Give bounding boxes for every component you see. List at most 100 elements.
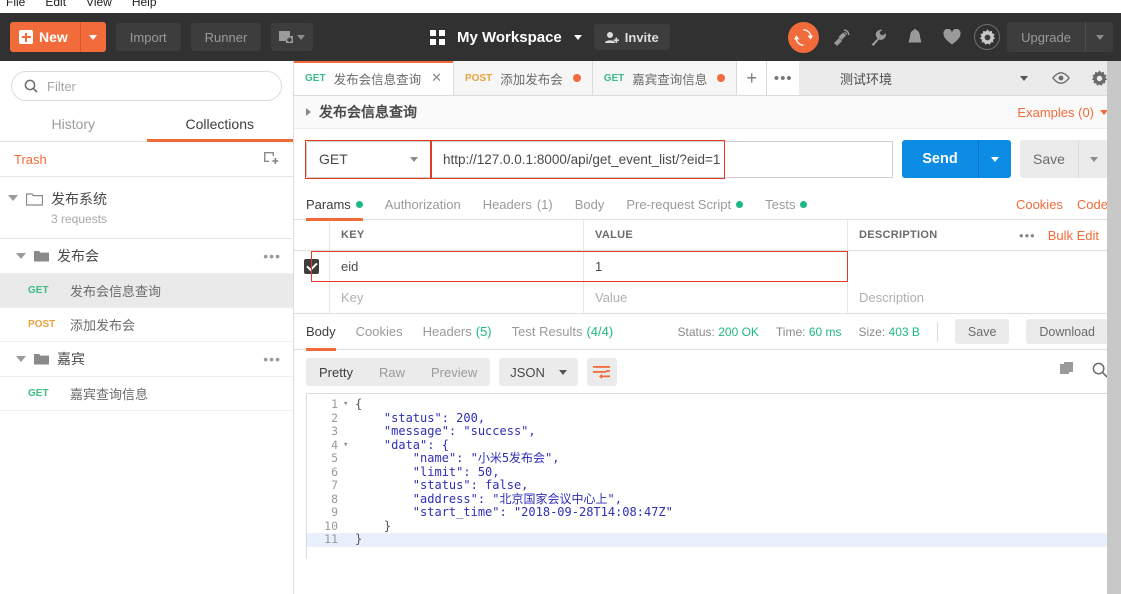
vertical-scrollbar[interactable] — [1107, 61, 1121, 594]
send-button[interactable]: Send — [902, 140, 978, 178]
params-placeholder-row[interactable]: Key Value Description — [294, 282, 1121, 313]
placeholder-description[interactable]: Description — [859, 290, 924, 305]
new-window-button[interactable] — [271, 23, 314, 51]
trash-row[interactable]: Trash — [0, 142, 293, 177]
divider — [936, 321, 938, 342]
view-raw[interactable]: Raw — [366, 358, 418, 386]
method-select[interactable]: GET — [306, 140, 431, 178]
response-tab-cookies[interactable]: Cookies — [356, 314, 403, 350]
placeholder-checkbox-cell[interactable] — [294, 282, 330, 313]
sidebar-request-fabuhui-xinxichaxun[interactable]: GET 发布会信息查询 — [0, 274, 293, 308]
folder-more-icon[interactable]: ••• — [263, 249, 281, 263]
bulk-edit-link[interactable]: Bulk Edit — [1048, 228, 1099, 243]
request-tab-2[interactable]: POST 添加发布会 — [453, 61, 593, 95]
response-format-select[interactable]: JSON — [499, 358, 578, 386]
fold-toggle-icon[interactable]: ▾ — [343, 439, 355, 453]
send-dropdown[interactable] — [978, 140, 1011, 178]
params-row-eid[interactable]: eid 1 — [294, 251, 1121, 282]
save-dropdown[interactable] — [1078, 140, 1108, 178]
new-button-main[interactable]: New — [10, 22, 80, 52]
sidebar-tab-collections[interactable]: Collections — [146, 110, 294, 142]
new-collection-icon[interactable] — [263, 151, 280, 167]
row-value[interactable]: 1 — [595, 259, 602, 274]
row-key[interactable]: eid — [341, 259, 358, 274]
request-tab-3[interactable]: GET 嘉宾查询信息 — [592, 61, 738, 95]
filter-input[interactable]: Filter — [11, 71, 282, 101]
environment-quicklook-button[interactable] — [1045, 64, 1077, 92]
code-link[interactable]: Code — [1077, 197, 1108, 212]
search-button[interactable] — [1092, 362, 1108, 383]
response-tab-body[interactable]: Body — [306, 314, 336, 351]
copy-button[interactable] — [1060, 362, 1076, 382]
word-wrap-button[interactable] — [586, 358, 617, 386]
tab-pre-request-script[interactable]: Pre-request Script — [626, 189, 744, 220]
import-button[interactable]: Import — [115, 23, 181, 51]
settings-button[interactable] — [974, 24, 1001, 50]
status-dot-icon — [355, 200, 363, 208]
menu-edit[interactable]: Edit — [45, 0, 66, 9]
placeholder-value[interactable]: Value — [595, 290, 627, 305]
placeholder-key[interactable]: Key — [341, 290, 363, 305]
upgrade-group[interactable]: Upgrade — [1007, 22, 1113, 52]
sidebar-tab-history[interactable]: History — [0, 110, 147, 141]
params-more-icon[interactable]: ••• — [1019, 228, 1036, 243]
sidebar-request-jiabin-chaxun[interactable]: GET 嘉宾查询信息 — [0, 377, 293, 411]
upgrade-button[interactable]: Upgrade — [1007, 22, 1085, 52]
environment-select[interactable]: 测试环境 — [829, 64, 1039, 92]
favorites-button[interactable] — [937, 22, 967, 52]
wrench-button[interactable] — [863, 22, 893, 52]
notifications-button[interactable] — [900, 22, 930, 52]
chevron-right-icon[interactable] — [306, 108, 311, 116]
chevron-down-icon[interactable] — [16, 253, 26, 259]
close-icon[interactable]: ✕ — [431, 70, 442, 86]
response-body-viewer[interactable]: 1 ▾{ 2 "status": 200, 3 "message": "succe… — [306, 393, 1108, 559]
tab-body[interactable]: Body — [575, 189, 605, 220]
row-checkbox-cell[interactable] — [294, 251, 330, 282]
new-button[interactable]: New — [10, 22, 106, 52]
cookies-link[interactable]: Cookies — [1016, 197, 1063, 212]
chevron-down-icon — [991, 156, 999, 162]
workspace-chevron-down-icon[interactable] — [573, 34, 582, 40]
chevron-down-icon[interactable] — [8, 195, 18, 201]
tab-params[interactable]: Params — [306, 189, 363, 221]
response-download-button[interactable]: Download — [1026, 319, 1108, 344]
upgrade-dropdown[interactable] — [1085, 22, 1113, 52]
response-tab-test-results[interactable]: Test Results (4/4) — [512, 314, 614, 350]
folder-fabuhui[interactable]: 发布会 ••• — [0, 239, 293, 274]
row-checkbox[interactable] — [304, 259, 319, 274]
menu-help[interactable]: Help — [132, 0, 157, 9]
tabs-more-button[interactable]: ••• — [767, 61, 800, 95]
menu-file[interactable]: File — [6, 0, 25, 9]
view-pretty[interactable]: Pretty — [306, 358, 366, 386]
size-label: Size: — [858, 324, 886, 339]
sidebar-request-tianjia-fabuhui[interactable]: POST 添加发布会 — [0, 308, 293, 342]
request-tab-1[interactable]: GET 发布会信息查询 ✕ — [294, 61, 454, 95]
folder-jiabin[interactable]: 嘉宾 ••• — [0, 342, 293, 377]
url-input[interactable]: http://127.0.0.1:8000/api/get_event_list… — [431, 140, 893, 178]
tab-authorization[interactable]: Authorization — [385, 189, 461, 220]
save-group[interactable]: Save — [1020, 140, 1108, 178]
tab-headers[interactable]: Headers (1) — [483, 189, 553, 220]
save-button[interactable]: Save — [1020, 140, 1078, 178]
folder-more-icon[interactable]: ••• — [263, 352, 281, 366]
header-checkbox-cell — [294, 220, 330, 250]
invite-button-label: Invite — [624, 29, 659, 45]
satellite-button[interactable] — [826, 22, 856, 52]
send-group[interactable]: Send — [902, 140, 1011, 178]
tab-tests[interactable]: Tests — [765, 189, 808, 220]
collection-root[interactable]: 发布系统 3 requests — [0, 177, 293, 239]
os-menubar: File Edit View Help — [0, 0, 1121, 13]
fold-toggle-icon[interactable]: ▾ — [343, 398, 355, 412]
response-save-button[interactable]: Save — [954, 319, 1010, 344]
chevron-down-icon[interactable] — [16, 356, 26, 362]
view-preview[interactable]: Preview — [418, 358, 490, 386]
new-tab-button[interactable]: + — [737, 61, 768, 95]
response-tab-headers[interactable]: Headers (5) — [423, 314, 492, 350]
new-button-dropdown[interactable] — [79, 22, 106, 52]
sync-button[interactable] — [788, 21, 820, 53]
examples-dropdown[interactable]: Examples (0) — [1017, 105, 1108, 120]
runner-button[interactable]: Runner — [190, 23, 262, 51]
invite-button[interactable]: Invite — [593, 24, 670, 50]
menu-view[interactable]: View — [86, 0, 112, 9]
search-icon — [24, 79, 38, 93]
